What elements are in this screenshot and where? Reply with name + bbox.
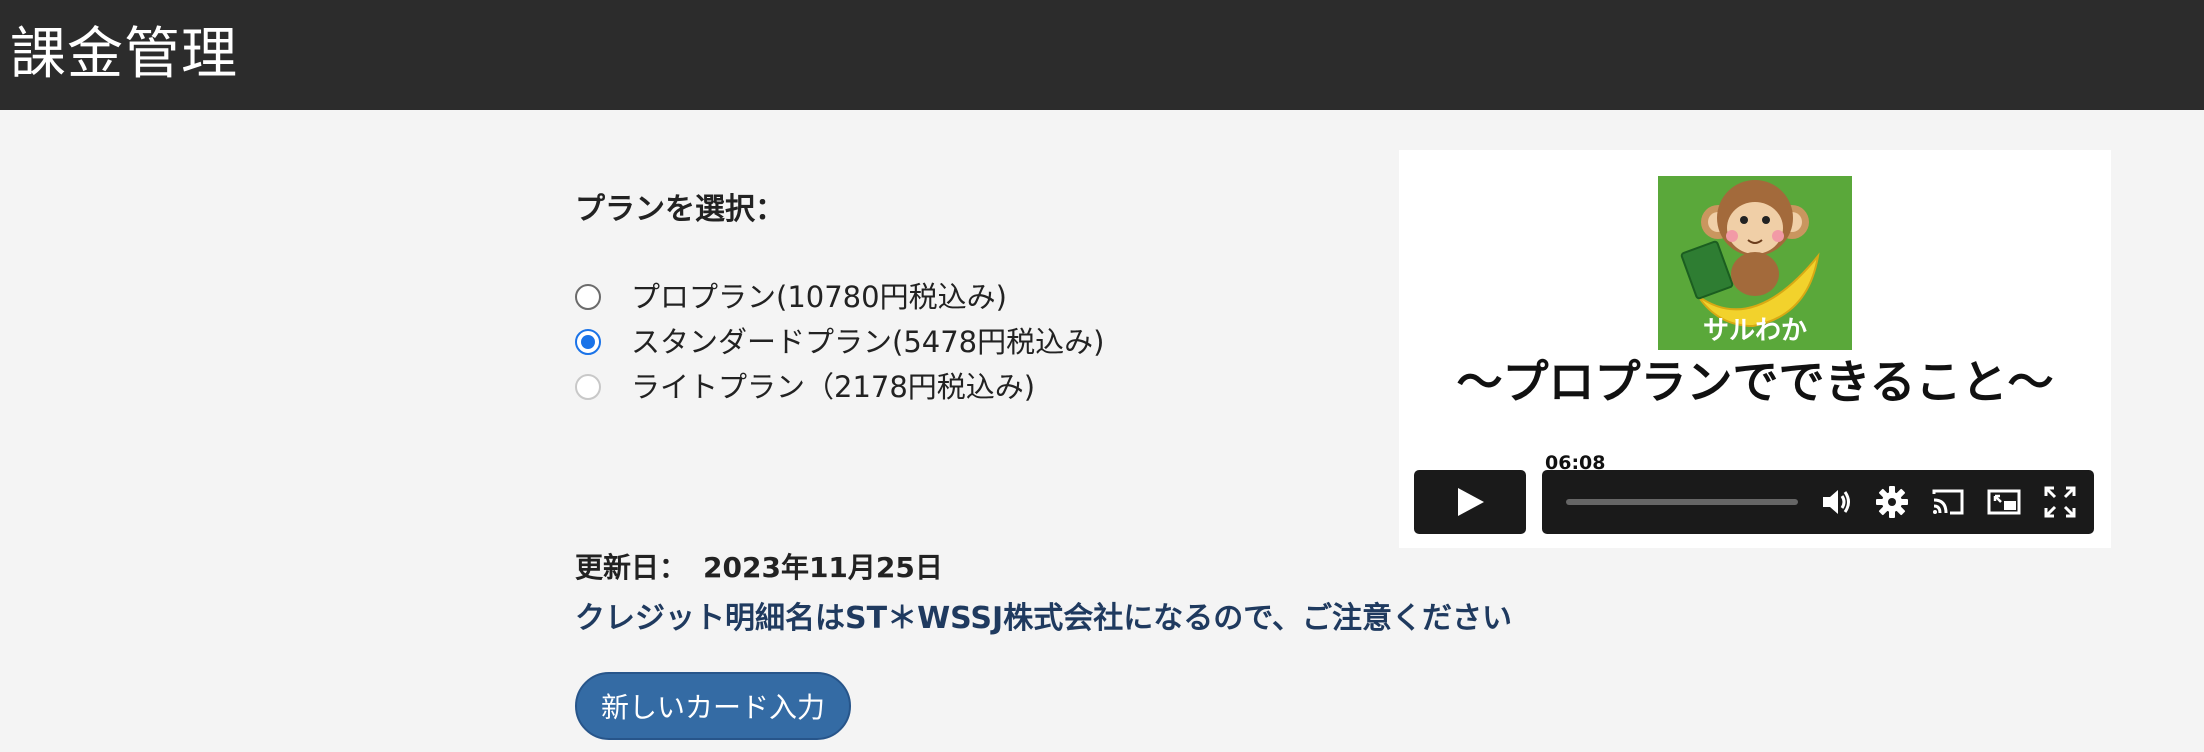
plan-label-light: ライトプラン（2178円税込み): [631, 369, 1036, 404]
radio-pro[interactable]: [575, 283, 601, 310]
update-date-value: 2023年11月25日: [703, 551, 943, 584]
radio-light[interactable]: [575, 373, 601, 400]
plan-select-heading: プランを選択：: [575, 192, 785, 227]
fullscreen-icon[interactable]: [2042, 484, 2078, 520]
video-control-bar: [1542, 470, 2094, 534]
settings-icon[interactable]: [1874, 484, 1910, 520]
volume-icon[interactable]: [1818, 484, 1854, 520]
plan-radio-group: プロプラン(10780円税込み) スタンダードプラン(5478円税込み) ライト…: [575, 274, 1104, 409]
cast-icon[interactable]: [1930, 484, 1966, 520]
video-thumbnail-logo: サルわか: [1658, 176, 1852, 350]
page-title: 課金管理: [10, 22, 238, 87]
video-title: ～プロプランでできること～: [1456, 355, 2054, 409]
plan-option-pro[interactable]: プロプラン(10780円税込み): [575, 274, 1104, 319]
play-button[interactable]: [1414, 470, 1526, 534]
plan-label-pro: プロプラン(10780円税込み): [631, 279, 1007, 314]
plan-label-standard: スタンダードプラン(5478円税込み): [631, 324, 1105, 359]
picture-in-picture-icon[interactable]: [1986, 484, 2022, 520]
app-header: 課金管理: [0, 0, 2204, 110]
video-player[interactable]: サルわか ～プロプランでできること～ 06:08: [1399, 150, 2111, 548]
new-card-button[interactable]: 新しいカード入力: [575, 672, 851, 740]
credit-statement-notice: クレジット明細名はST＊WSSJ株式会社になるので、ご注意ください: [575, 601, 1512, 636]
plan-option-light[interactable]: ライトプラン（2178円税込み): [575, 364, 1104, 409]
update-date-label: 更新日：: [575, 551, 688, 584]
thumbnail-brand-text: サルわか: [1702, 316, 1807, 346]
plan-option-standard[interactable]: スタンダードプラン(5478円税込み): [575, 319, 1104, 364]
play-icon: [1458, 488, 1484, 516]
update-date-line: 更新日： 2023年11月25日: [575, 548, 959, 588]
radio-standard[interactable]: [575, 328, 601, 355]
progress-bar[interactable]: [1566, 499, 1798, 505]
